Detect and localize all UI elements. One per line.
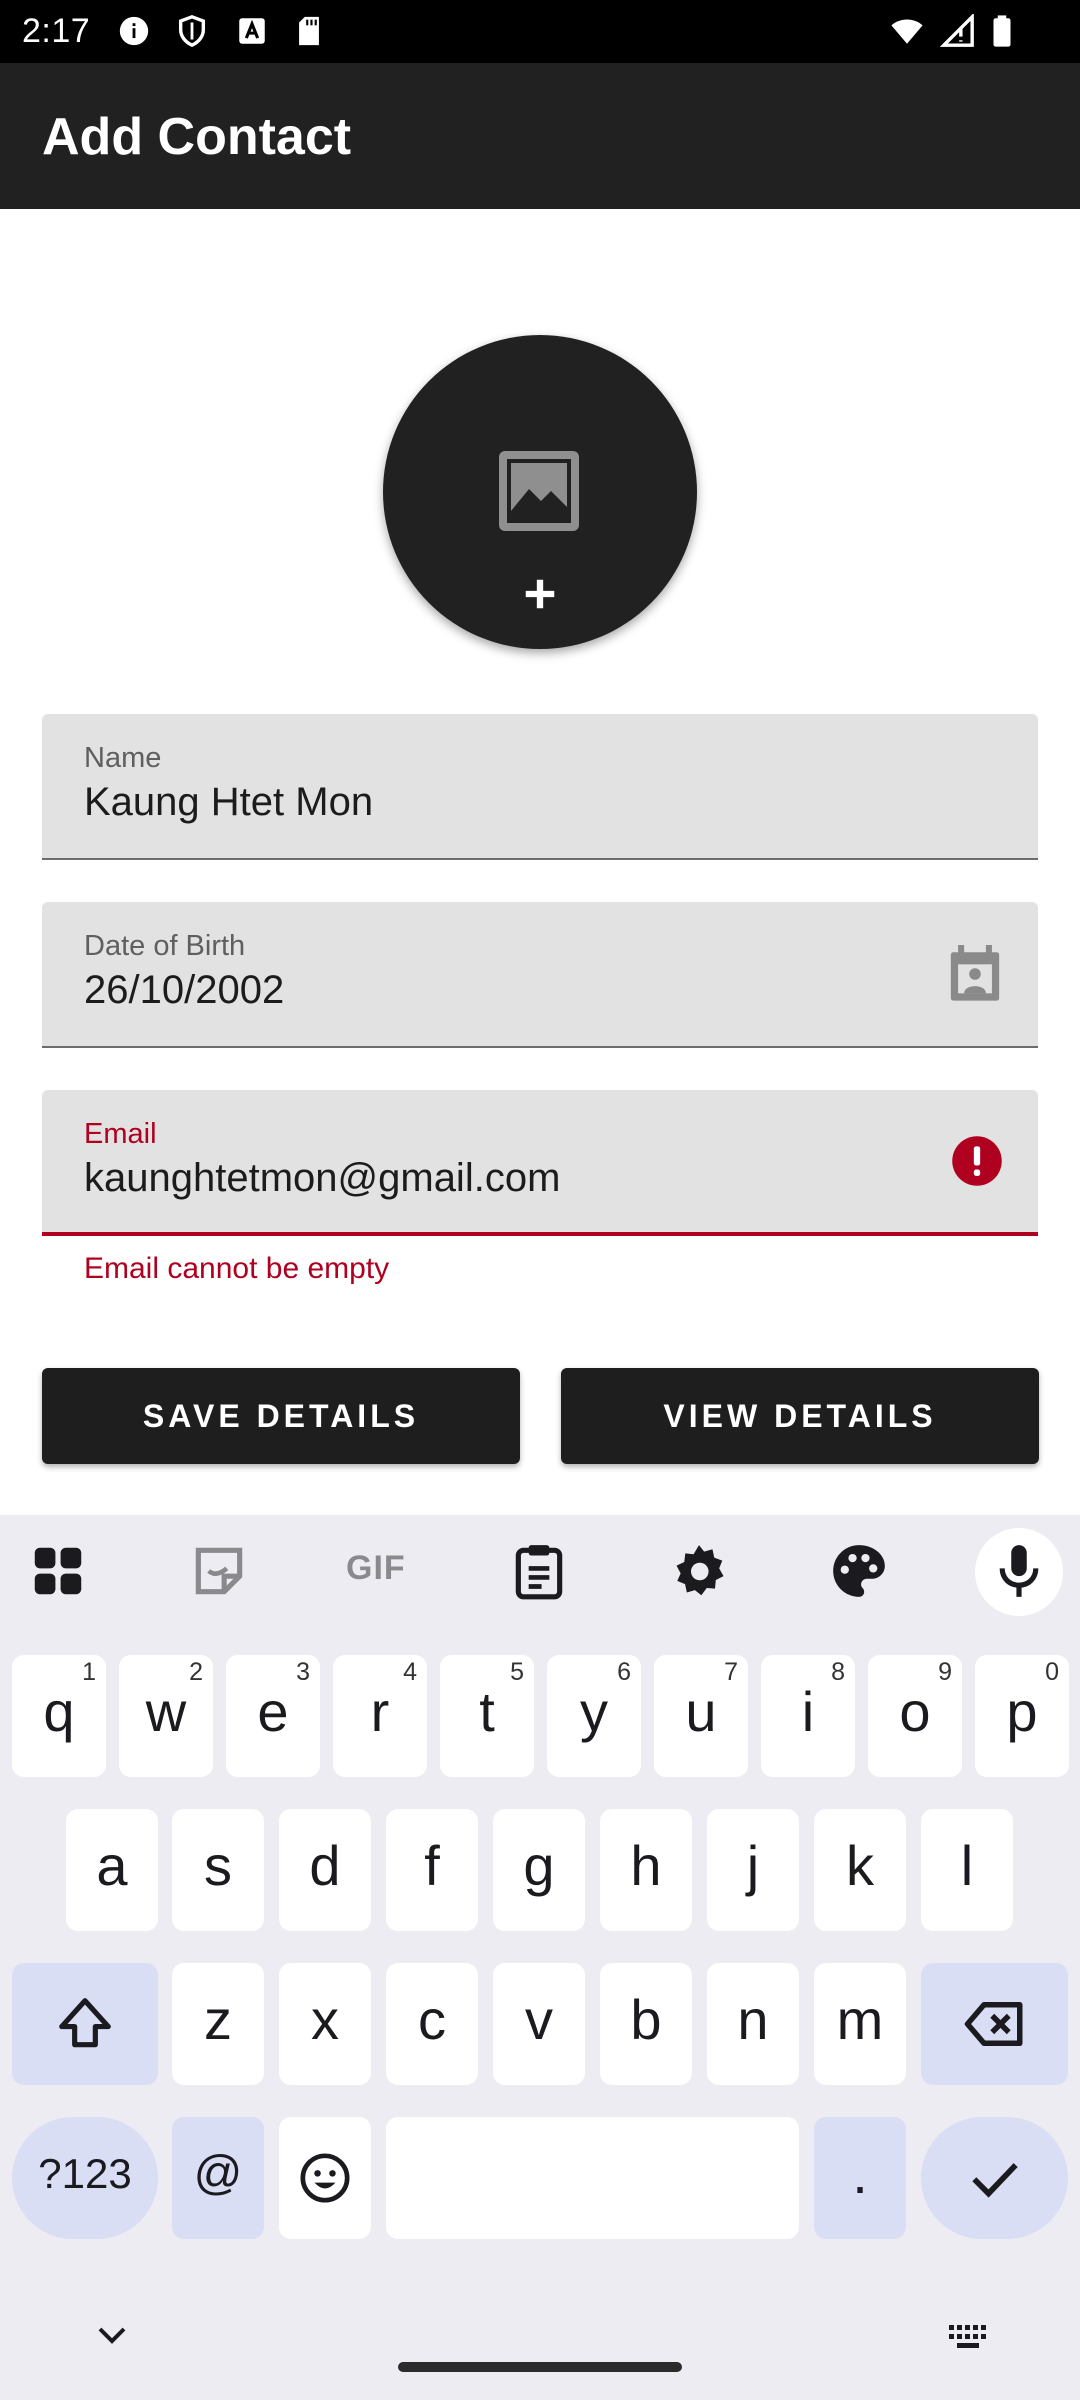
chevron-down-icon[interactable] — [87, 2315, 137, 2355]
symbols-key[interactable]: ?123 — [12, 2117, 158, 2239]
sd-card-icon — [299, 16, 319, 46]
key-f[interactable]: f — [386, 1809, 478, 1931]
spacebar-key[interactable] — [386, 2117, 799, 2239]
apps-grid-icon[interactable] — [27, 1540, 89, 1602]
backspace-key[interactable] — [921, 1963, 1068, 2085]
emoji-key[interactable] — [279, 2117, 371, 2239]
key-o[interactable]: o9 — [868, 1655, 962, 1777]
key-e[interactable]: e3 — [226, 1655, 320, 1777]
name-field-label: Name — [84, 742, 162, 774]
wifi-icon — [891, 19, 923, 44]
image-icon — [499, 451, 579, 531]
email-field-value[interactable]: kaunghtetmon@gmail.com — [84, 1156, 560, 1201]
key-l[interactable]: l — [921, 1809, 1013, 1931]
key-z[interactable]: z — [172, 1963, 264, 2085]
backspace-icon — [964, 2002, 1022, 2046]
period-key[interactable]: . — [814, 2117, 906, 2239]
soft-keyboard — [0, 1515, 1080, 2400]
signal-icon — [940, 14, 974, 47]
key-t[interactable]: t5 — [440, 1655, 534, 1777]
status-bar: 2:17 — [0, 0, 1080, 63]
sticker-icon[interactable] — [188, 1540, 250, 1602]
at-key[interactable]: @ — [172, 2117, 264, 2239]
keyboard-switch-icon[interactable] — [944, 2315, 994, 2355]
key-c[interactable]: c — [386, 1963, 478, 2085]
email-field[interactable]: Email kaunghtetmon@gmail.com — [42, 1090, 1038, 1236]
enter-key[interactable] — [921, 2117, 1068, 2239]
key-b[interactable]: b — [600, 1963, 692, 2085]
key-i[interactable]: i8 — [761, 1655, 855, 1777]
mic-icon[interactable] — [988, 1540, 1050, 1602]
emoji-icon — [300, 2153, 350, 2203]
key-v[interactable]: v — [493, 1963, 585, 2085]
view-details-button[interactable]: VIEW DETAILS — [561, 1368, 1039, 1464]
key-q[interactable]: q1 — [12, 1655, 106, 1777]
battery-icon — [993, 15, 1011, 47]
name-field[interactable]: Name Kaung Htet Mon — [42, 714, 1038, 860]
key-d[interactable]: d — [279, 1809, 371, 1931]
checkmark-icon — [971, 2163, 1018, 2198]
key-j[interactable]: j — [707, 1809, 799, 1931]
key-p[interactable]: p0 — [975, 1655, 1069, 1777]
key-x[interactable]: x — [279, 1963, 371, 2085]
shift-icon — [59, 1998, 111, 2048]
key-w[interactable]: w2 — [119, 1655, 213, 1777]
error-icon — [952, 1136, 1002, 1186]
key-h[interactable]: h — [600, 1809, 692, 1931]
key-a[interactable]: a — [66, 1809, 158, 1931]
settings-icon[interactable] — [668, 1540, 730, 1602]
key-n[interactable]: n — [707, 1963, 799, 2085]
clipboard-icon[interactable] — [508, 1540, 570, 1602]
plus-icon — [525, 579, 555, 609]
name-field-value[interactable]: Kaung Htet Mon — [84, 780, 373, 825]
email-error-message: Email cannot be empty — [84, 1252, 390, 1285]
key-u[interactable]: u7 — [654, 1655, 748, 1777]
status-time: 2:17 — [22, 12, 91, 50]
key-m[interactable]: m — [814, 1963, 906, 2085]
shield-icon — [178, 15, 206, 48]
key-k[interactable]: k — [814, 1809, 906, 1931]
key-r[interactable]: r4 — [333, 1655, 427, 1777]
dob-field-label: Date of Birth — [84, 930, 246, 962]
dob-field-value[interactable]: 26/10/2002 — [84, 968, 284, 1013]
home-gesture-bar[interactable] — [398, 2362, 682, 2372]
save-details-button[interactable]: SAVE DETAILS — [42, 1368, 520, 1464]
calendar-icon[interactable] — [946, 942, 1004, 1006]
key-y[interactable]: y6 — [547, 1655, 641, 1777]
a-box-icon — [239, 18, 265, 44]
dob-field[interactable]: Date of Birth 26/10/2002 — [42, 902, 1038, 1048]
profile-image-picker[interactable] — [383, 335, 697, 649]
shift-key[interactable] — [12, 1963, 158, 2085]
app-bar: Add Contact — [0, 63, 1080, 209]
palette-icon[interactable] — [828, 1540, 890, 1602]
key-g[interactable]: g — [493, 1809, 585, 1931]
info-icon — [119, 16, 149, 46]
email-field-label: Email — [84, 1118, 157, 1150]
gif-icon[interactable]: GIF — [346, 1549, 406, 1588]
page-title: Add Contact — [42, 108, 352, 166]
key-s[interactable]: s — [172, 1809, 264, 1931]
